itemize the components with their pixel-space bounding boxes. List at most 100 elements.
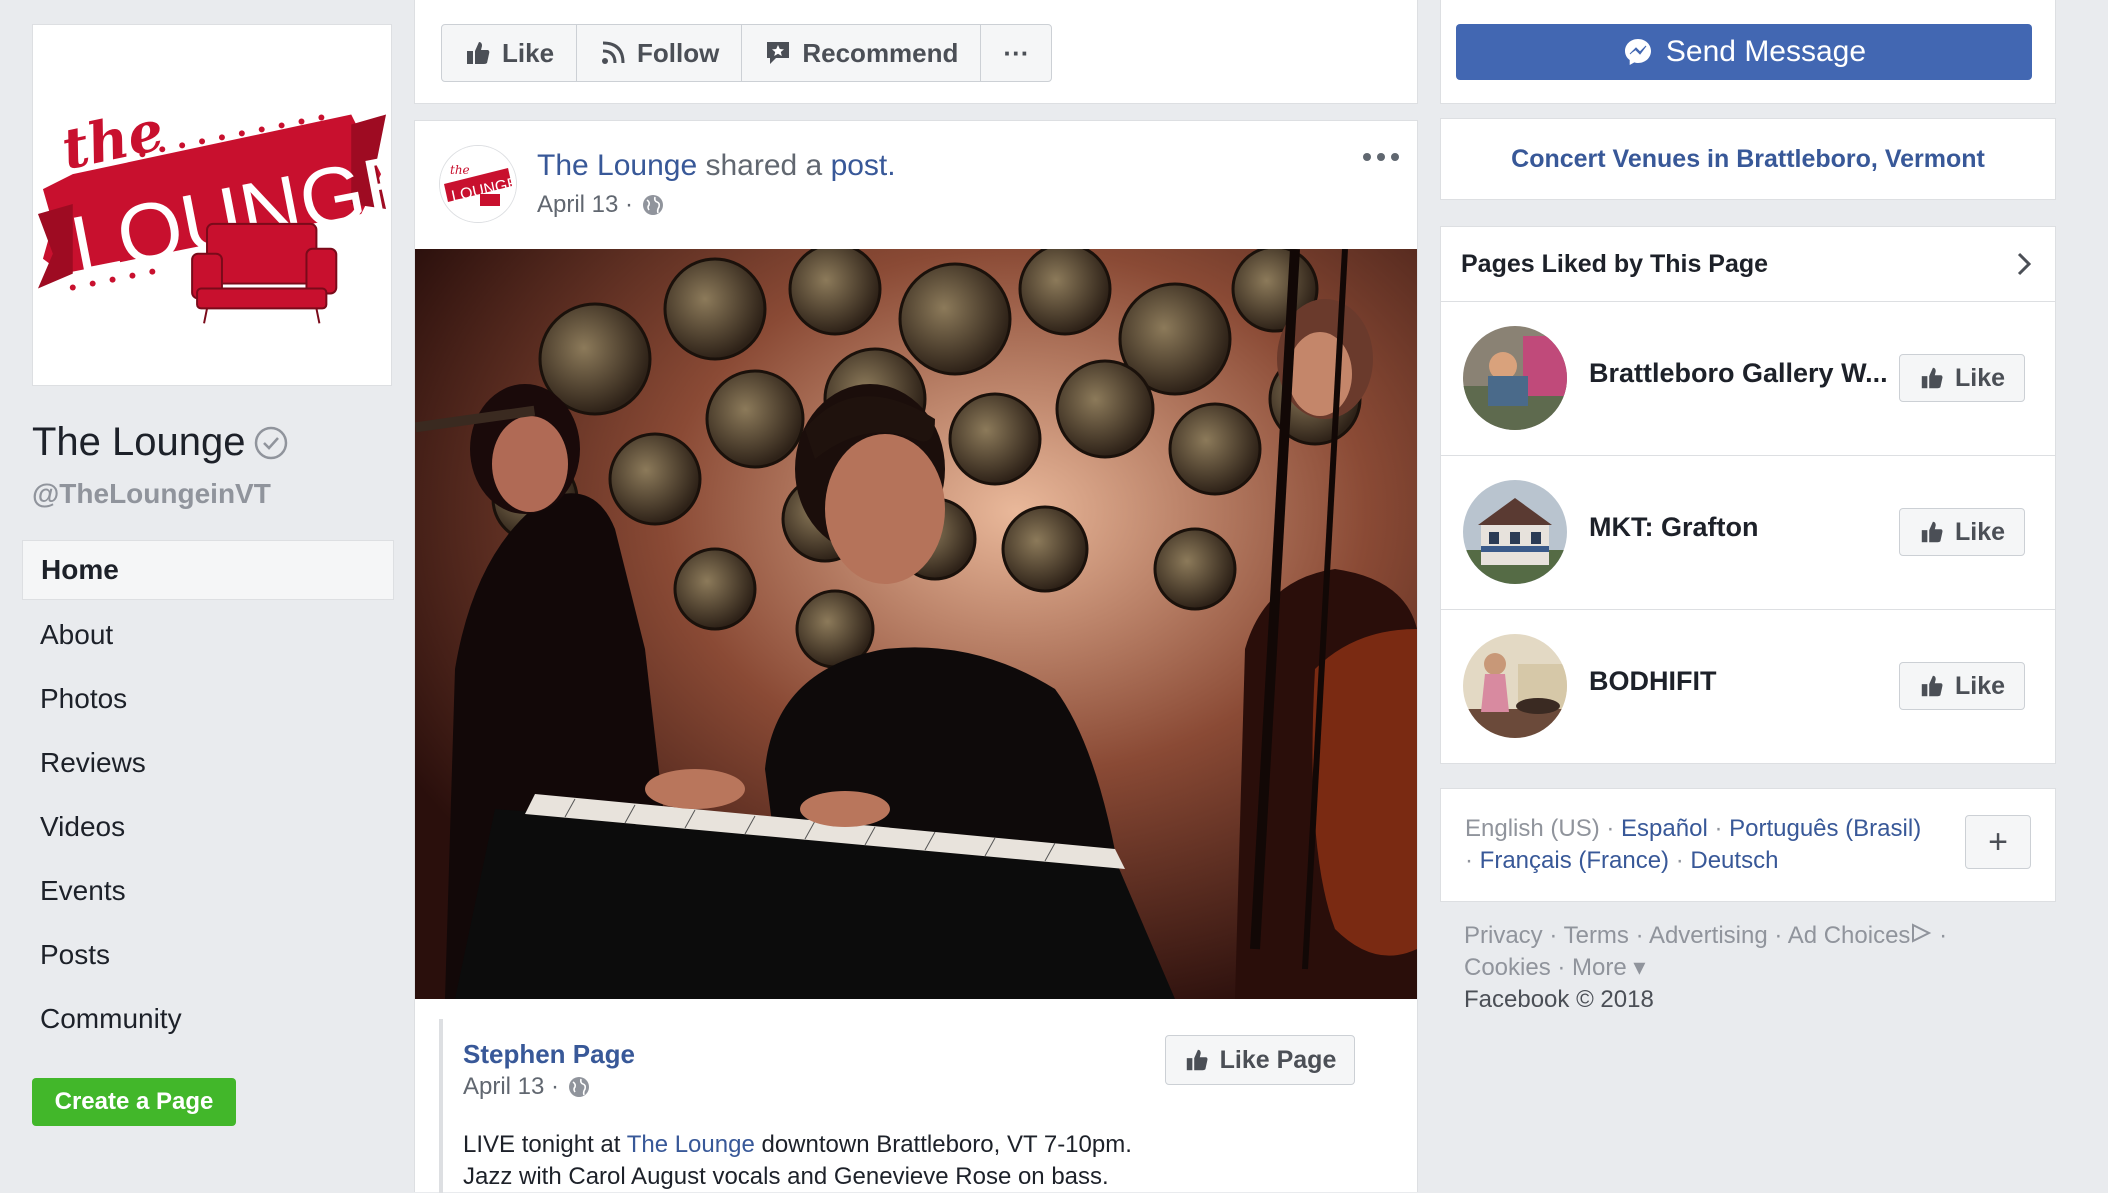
separator: · xyxy=(1465,847,1480,874)
like-label: Like xyxy=(1954,517,2006,546)
post-photo[interactable] xyxy=(415,249,1417,999)
verified-check-icon xyxy=(254,426,287,459)
liked-page-name[interactable]: BODHIFIT xyxy=(1589,666,1889,697)
nav-item-home[interactable]: Home xyxy=(22,540,394,600)
post-card: LOUNGE the The Lounge shared a post. Apr… xyxy=(414,120,1418,1193)
caret-down-icon[interactable]: ▾ xyxy=(1633,954,1645,981)
nav-item-events[interactable]: Events xyxy=(22,862,394,920)
shared-post: Stephen Page April 13 · Like Page LIVE t… xyxy=(439,1019,1369,1193)
send-message-label: Send Message xyxy=(1665,35,1867,68)
post-author-link[interactable]: The Lounge xyxy=(537,149,697,182)
post-meta: April 13 · xyxy=(537,191,665,219)
recommend-star-icon xyxy=(767,42,790,64)
separator: · xyxy=(1669,847,1691,874)
footer-privacy[interactable]: Privacy xyxy=(1464,922,1543,949)
post-options-icon[interactable] xyxy=(1361,149,1401,165)
jazz-band-photo xyxy=(415,249,1417,999)
messenger-icon xyxy=(1624,39,1651,65)
post-author-avatar[interactable]: LOUNGE the xyxy=(439,145,517,223)
action-button-group: Like Follow Recommend ··· xyxy=(441,24,1053,82)
post-link[interactable]: post. xyxy=(831,149,896,182)
pages-liked-header[interactable]: Pages Liked by This Page xyxy=(1441,227,2055,302)
lounge-logo: the LOUNGE xyxy=(33,25,428,385)
footer-advertising[interactable]: Advertising xyxy=(1649,922,1768,949)
post-header: The Lounge shared a post. xyxy=(537,149,896,183)
nav-item-photos[interactable]: Photos xyxy=(22,670,394,728)
liked-page-name[interactable]: MKT: Grafton xyxy=(1589,512,1889,543)
mkt-grafton-avatar-image xyxy=(1463,480,1567,584)
thumbs-up-icon xyxy=(1921,675,1943,697)
the-lounge-link[interactable]: The Lounge xyxy=(627,1131,755,1158)
venue-category-link[interactable]: Concert Venues in Brattleboro, Vermont xyxy=(1511,145,1985,174)
venue-category-card: Concert Venues in Brattleboro, Vermont xyxy=(1440,118,2056,200)
nav-item-posts[interactable]: Posts xyxy=(22,926,394,984)
lang-portuguese[interactable]: Português (Brasil) xyxy=(1729,815,1921,842)
lang-current: English (US) xyxy=(1465,815,1600,842)
page-title: The Lounge xyxy=(32,420,288,465)
lang-german[interactable]: Deutsch xyxy=(1690,847,1778,874)
separator: · xyxy=(1707,815,1730,842)
text-prefix: LIVE tonight at xyxy=(463,1131,627,1158)
footer-ad-choices[interactable]: Ad Choices xyxy=(1788,922,1911,949)
rss-follow-icon xyxy=(602,41,625,64)
pages-liked-title: Pages Liked by This Page xyxy=(1461,250,1769,278)
more-dots-icon: ··· xyxy=(1003,37,1030,68)
nav-item-community[interactable]: Community xyxy=(22,990,394,1048)
profile-picture[interactable]: the LOUNGE xyxy=(32,24,428,386)
lang-spanish[interactable]: Español xyxy=(1621,815,1708,842)
liked-page-name[interactable]: Brattleboro Gallery W... xyxy=(1589,358,1889,389)
shared-post-meta: April 13 · xyxy=(463,1073,591,1101)
follow-label: Follow xyxy=(637,37,720,68)
lang-french[interactable]: Français (France) xyxy=(1480,847,1669,874)
text-line-2: Jazz with Carol August vocals and Genevi… xyxy=(463,1163,1109,1190)
globe-icon xyxy=(569,1077,590,1097)
more-options-button[interactable]: ··· xyxy=(981,25,1051,81)
shared-post-author[interactable]: Stephen Page xyxy=(463,1039,635,1070)
shared-post-date[interactable]: April 13 · xyxy=(463,1073,559,1101)
liked-page-like-button[interactable]: Like xyxy=(1899,508,2025,556)
gallery-avatar-image xyxy=(1463,326,1567,430)
footer-terms[interactable]: Terms xyxy=(1564,922,1629,949)
thumbs-up-icon xyxy=(1921,521,1943,543)
like-page-button[interactable]: Like Page xyxy=(1165,1035,1355,1085)
liked-page-row: Brattleboro Gallery W... Like xyxy=(1441,302,2055,456)
language-card: English (US) · Español · Português (Bras… xyxy=(1440,788,2056,902)
recommend-button[interactable]: Recommend xyxy=(742,25,982,81)
text-suffix: downtown Brattleboro, VT 7-10pm. xyxy=(754,1131,1132,1158)
follow-button[interactable]: Follow xyxy=(577,25,743,81)
language-list: English (US) · Español · Português (Bras… xyxy=(1465,813,1955,877)
footer-copyright: Facebook © 2018 xyxy=(1464,986,1654,1013)
nav-item-reviews[interactable]: Reviews xyxy=(22,734,394,792)
liked-page-row: BODHIFIT Like xyxy=(1441,610,2055,764)
page-action-bar: Like Follow Recommend ··· xyxy=(414,0,1418,104)
like-page-label: Like Page xyxy=(1219,1045,1337,1074)
thumbs-up-icon xyxy=(467,42,490,64)
liked-page-row: MKT: Grafton Like xyxy=(1441,456,2055,610)
shared-a-text: shared a xyxy=(697,149,831,182)
liked-page-like-button[interactable]: Like xyxy=(1899,354,2025,402)
ad-choices-icon xyxy=(1912,923,1932,943)
send-message-button[interactable]: Send Message xyxy=(1456,24,2032,80)
page-handle[interactable]: @TheLoungeinVT xyxy=(32,478,271,510)
liked-page-avatar[interactable] xyxy=(1463,634,1567,738)
post-date[interactable]: April 13 · xyxy=(537,191,633,219)
footer-links: Privacy · Terms · Advertising · Ad Choic… xyxy=(1464,920,2024,1016)
page-name-text: The Lounge xyxy=(32,420,246,464)
liked-page-avatar[interactable] xyxy=(1463,480,1567,584)
like-button[interactable]: Like xyxy=(442,25,578,81)
nav-item-videos[interactable]: Videos xyxy=(22,798,394,856)
create-page-button[interactable]: Create a Page xyxy=(32,1078,236,1126)
nav-item-about[interactable]: About xyxy=(22,606,394,664)
add-language-button[interactable]: + xyxy=(1965,815,2031,869)
globe-icon xyxy=(643,195,664,215)
liked-page-like-button[interactable]: Like xyxy=(1899,662,2025,710)
bodhifit-avatar-image xyxy=(1463,634,1567,738)
footer-more[interactable]: More xyxy=(1572,954,1627,981)
shared-post-text: LIVE tonight at The Lounge downtown Brat… xyxy=(463,1129,1132,1193)
liked-page-avatar[interactable] xyxy=(1463,326,1567,430)
svg-text:the: the xyxy=(450,163,470,177)
left-column: the LOUNGE The Lounge @TheLoungeinVT Hom… xyxy=(0,0,428,1192)
page-nav: Home About Photos Reviews Videos Events … xyxy=(22,540,394,1054)
footer-cookies[interactable]: Cookies xyxy=(1464,954,1551,981)
pages-liked-card: Pages Liked by This Page Brattleboro Gal… xyxy=(1440,226,2056,764)
